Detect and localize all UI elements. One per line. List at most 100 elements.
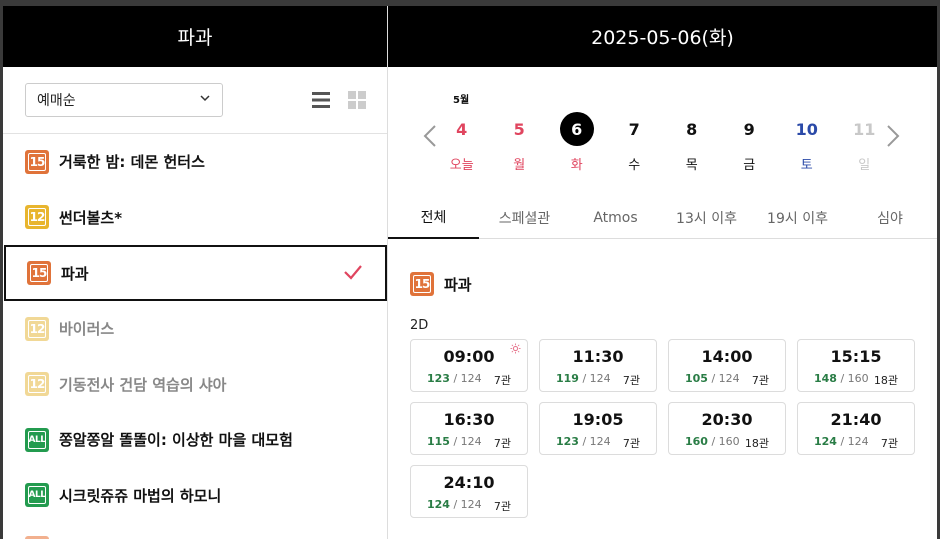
weekday-label: 화	[570, 158, 583, 173]
weekday-label: 목	[685, 158, 698, 173]
hall-label: 7관	[493, 437, 511, 450]
sort-dropdown[interactable]: 예매순	[25, 83, 223, 117]
check-icon	[344, 265, 362, 280]
date-number: 11	[853, 119, 876, 139]
showtime-time: 16:30	[443, 410, 495, 429]
movie-item[interactable]: 15 거룩한 밤: 데몬 헌터스	[3, 134, 387, 190]
hall-label: 18관	[873, 374, 898, 387]
seat-count: 160 / 160	[685, 435, 740, 448]
date-number: 5	[513, 119, 525, 139]
date-item[interactable]: 10 토	[778, 112, 836, 174]
movie-item[interactable]: ALL 시크릿쥬쥬 마법의 하모니	[3, 468, 387, 524]
hall-label: 18관	[744, 437, 769, 450]
chevron-down-icon	[200, 95, 210, 102]
showtime-grid: 09:00 123 / 124 7관 11:30 119 / 124 7관 14:00 105…	[410, 339, 915, 518]
movie-panel-header: 파과	[3, 6, 387, 67]
grid-view-icon[interactable]	[347, 91, 367, 109]
showtime-time: 11:30	[572, 347, 624, 366]
weekday-label: 월	[513, 158, 526, 173]
filter-tab[interactable]: 19시 이후	[752, 197, 843, 239]
date-item[interactable]: 7수	[606, 112, 664, 174]
sort-row: 예매순	[3, 67, 387, 134]
chevron-right-icon[interactable]	[886, 124, 900, 148]
showtime-slot[interactable]: 14:00 105 / 124 7관	[668, 339, 786, 392]
showtime-slot[interactable]: 19:05 123 / 124 7관	[539, 402, 657, 455]
showtime-slot[interactable]: 21:40 124 / 124 7관	[797, 402, 915, 455]
hall-label: 7관	[880, 437, 898, 450]
rating-all-icon: ALL	[25, 427, 49, 452]
weekday-label: 수	[628, 158, 641, 173]
month-label: 5월	[453, 95, 470, 106]
seats-remaining: 124	[427, 498, 450, 511]
hall-label: 7관	[493, 500, 511, 513]
rating-badge-value: ALL	[28, 486, 46, 505]
filter-tab[interactable]: 13시 이후	[661, 197, 752, 239]
schedule-header: 2025-05-06(화)	[388, 6, 937, 67]
filter-tab[interactable]: 전체	[388, 197, 479, 239]
showtime-time: 19:05	[572, 410, 624, 429]
movie-title: 쫑알쫑알 똘똘이: 이상한 마을 대모험	[59, 431, 293, 450]
movie-item[interactable]: ALL 쫑알쫑알 똘똘이: 이상한 마을 대모험	[3, 412, 387, 468]
seats-total: / 124	[453, 498, 482, 511]
date-number: 6	[559, 112, 594, 146]
screen-format: 2D	[410, 318, 429, 333]
date-item[interactable]: 11 일	[836, 112, 894, 174]
showtime-time: 14:00	[701, 347, 753, 366]
seats-remaining: 105	[685, 372, 708, 385]
rating-12-icon: 12	[25, 372, 49, 397]
filter-tab[interactable]: Atmos	[570, 197, 661, 239]
seats-total: / 124	[840, 435, 869, 448]
showtime-slot[interactable]: 09:00 123 / 124 7관	[410, 339, 528, 392]
filter-tab[interactable]: 심야	[843, 197, 937, 239]
rating-12-icon: 12	[25, 316, 49, 341]
rating-12-icon: 12	[25, 205, 49, 230]
rating-all-icon: ALL	[25, 483, 49, 508]
rating-badge-value: ALL	[28, 430, 46, 449]
movie-item[interactable]: 12 썬더볼츠*	[3, 190, 387, 246]
showtime-time: 15:15	[830, 347, 882, 366]
date-item[interactable]: 9금	[721, 112, 779, 174]
rating-15-icon: 15	[25, 149, 49, 174]
seats-remaining: 160	[685, 435, 708, 448]
movie-item[interactable]: 15 파과	[4, 245, 387, 301]
date-number: 7	[628, 119, 640, 139]
hall-label: 7관	[622, 437, 640, 450]
date-number: 4	[456, 119, 468, 139]
morning-sun-icon	[510, 343, 521, 354]
selected-movie-title: 파과	[177, 27, 213, 49]
date-item[interactable]: 4 오늘	[433, 112, 491, 174]
movie-panel: 파과 예매순 15 거룩한 밤: 데몬 헌터스 12 썬더볼츠* 15 파과 12 바이러스	[3, 6, 388, 539]
seat-count: 124 / 124	[427, 498, 482, 511]
list-view-icon[interactable]	[311, 91, 331, 109]
seats-remaining: 123	[556, 435, 579, 448]
movie-title: 시크릿쥬쥬 마법의 하모니	[59, 486, 222, 505]
movie-item[interactable]: 12 기동전사 건담 역습의 샤아	[3, 357, 387, 413]
movie-item[interactable]: 12 바이러스	[3, 301, 387, 357]
seats-total: / 124	[582, 372, 611, 385]
filter-tab[interactable]: 스페셜관	[479, 197, 570, 239]
schedule-movie-title: 15 파과	[410, 272, 472, 296]
movie-list: 15 거룩한 밤: 데몬 헌터스 12 썬더볼츠* 15 파과 12 바이러스 12 기동전사 건…	[3, 134, 387, 523]
showtime-time: 24:10	[443, 473, 495, 492]
seats-total: / 124	[711, 372, 740, 385]
seats-remaining: 119	[556, 372, 579, 385]
date-item[interactable]: 5월	[491, 112, 549, 174]
showtime-slot[interactable]: 15:15 148 / 160 18관	[797, 339, 915, 392]
seat-count: 119 / 124	[556, 372, 611, 385]
date-item[interactable]: 6화	[548, 112, 606, 173]
showtime-slot[interactable]: 16:30 115 / 124 7관	[410, 402, 528, 455]
rating-15-icon: 15	[410, 272, 434, 296]
app-window: 파과 예매순 15 거룩한 밤: 데몬 헌터스 12 썬더볼츠* 15 파과 12 바이러스	[3, 6, 937, 539]
seat-count: 123 / 124	[556, 435, 611, 448]
seats-total: / 124	[582, 435, 611, 448]
movie-title: 썬더볼츠*	[59, 208, 123, 227]
showtime-slot[interactable]: 20:30 160 / 160 18관	[668, 402, 786, 455]
showtime-slot[interactable]: 24:10 124 / 124 7관	[410, 465, 528, 518]
movie-title: 파과	[61, 264, 89, 283]
showtime-slot[interactable]: 11:30 119 / 124 7관	[539, 339, 657, 392]
date-number: 10	[795, 119, 818, 139]
date-item[interactable]: 8목	[663, 112, 721, 174]
seat-count: 105 / 124	[685, 372, 740, 385]
seat-count: 124 / 124	[814, 435, 869, 448]
rating-badge-value: 12	[28, 208, 46, 227]
